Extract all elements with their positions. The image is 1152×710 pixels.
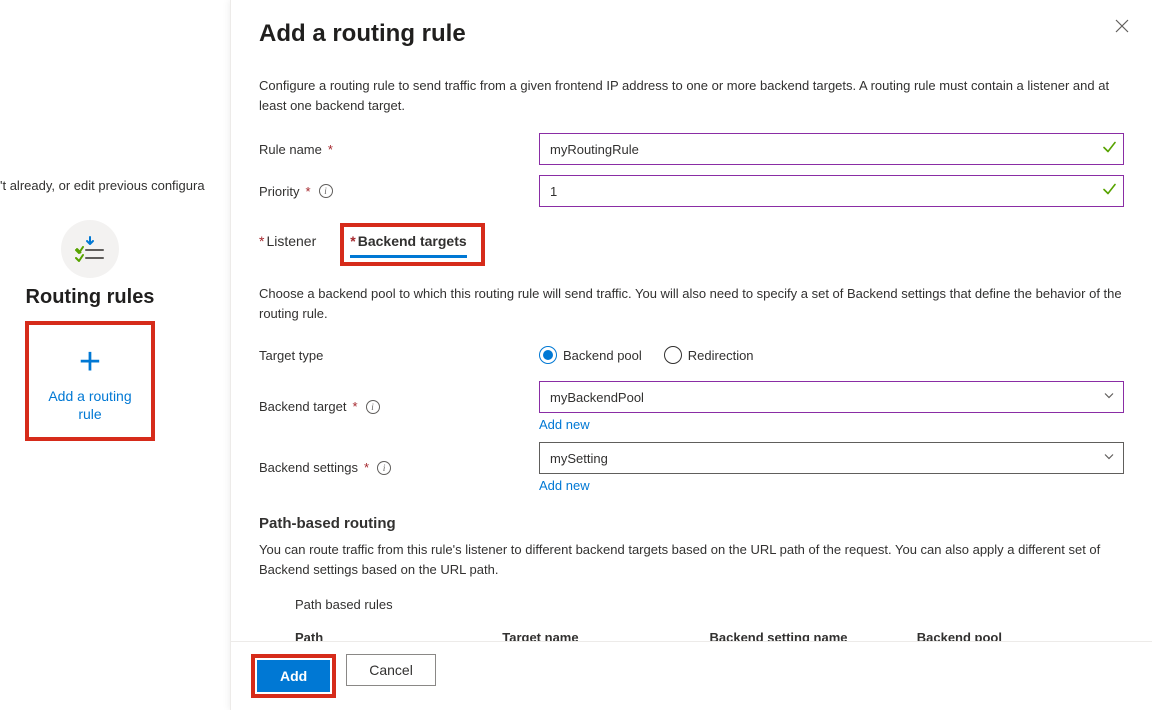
info-icon[interactable]: i — [377, 461, 391, 475]
required-asterisk: * — [364, 460, 369, 475]
required-asterisk: * — [352, 399, 357, 414]
panel-title: Add a routing rule — [259, 20, 1124, 48]
backend-target-select[interactable]: myBackendPool — [539, 381, 1124, 413]
required-asterisk: * — [328, 142, 333, 157]
tab-listener-label: Listener — [266, 233, 316, 249]
path-based-routing-help: You can route traffic from this rule's l… — [259, 540, 1124, 579]
path-based-routing-heading: Path-based routing — [259, 515, 1124, 532]
rule-name-label: Rule name — [259, 142, 322, 157]
plus-icon: + — [35, 343, 145, 381]
required-asterisk: * — [259, 233, 264, 249]
backend-settings-select[interactable]: mySetting — [539, 442, 1124, 474]
add-new-backend-settings-link[interactable]: Add new — [539, 478, 590, 493]
required-asterisk: * — [350, 233, 355, 249]
target-type-label: Target type — [259, 348, 323, 363]
tab-listener[interactable]: *Listener — [259, 233, 316, 255]
radio-redirection-label: Redirection — [688, 348, 754, 363]
radio-icon-checked — [539, 346, 557, 364]
rule-name-input[interactable] — [539, 133, 1124, 165]
chevron-down-icon — [1103, 390, 1115, 405]
routing-rules-heading: Routing rules — [20, 286, 160, 309]
left-hint-text: 't already, or edit previous configura — [0, 178, 205, 193]
radio-icon-unchecked — [664, 346, 682, 364]
backend-help-text: Choose a backend pool to which this rout… — [259, 284, 1124, 323]
validation-check-icon — [1102, 141, 1116, 158]
path-based-rules-title: Path based rules — [295, 597, 1124, 612]
info-icon[interactable]: i — [366, 400, 380, 414]
priority-input[interactable] — [539, 175, 1124, 207]
backend-target-label: Backend target — [259, 399, 346, 414]
backend-target-value: myBackendPool — [550, 390, 644, 405]
radio-redirection[interactable]: Redirection — [664, 346, 754, 364]
add-button[interactable]: Add — [257, 660, 330, 692]
radio-backend-pool[interactable]: Backend pool — [539, 346, 642, 364]
cancel-button[interactable]: Cancel — [346, 654, 436, 686]
routing-rules-icon — [61, 220, 119, 278]
tab-backend-targets[interactable]: *Backend targets — [350, 233, 466, 258]
backend-settings-label: Backend settings — [259, 460, 358, 475]
info-icon[interactable]: i — [319, 184, 333, 198]
add-routing-rule-label: Add a routing rule — [35, 387, 145, 423]
tab-backend-targets-label: Backend targets — [358, 233, 467, 249]
validation-check-icon — [1102, 183, 1116, 200]
priority-label: Priority — [259, 184, 299, 199]
add-routing-rule-panel: Add a routing rule Configure a routing r… — [230, 0, 1152, 710]
panel-description: Configure a routing rule to send traffic… — [259, 76, 1124, 115]
tab-backend-targets-highlight: *Backend targets — [340, 223, 484, 266]
required-asterisk: * — [305, 184, 310, 199]
add-button-highlight: Add — [251, 654, 336, 698]
add-new-backend-target-link[interactable]: Add new — [539, 417, 590, 432]
backend-settings-value: mySetting — [550, 451, 608, 466]
add-routing-rule-card[interactable]: + Add a routing rule — [25, 321, 155, 441]
radio-backend-pool-label: Backend pool — [563, 348, 642, 363]
chevron-down-icon — [1103, 451, 1115, 466]
close-icon[interactable] — [1114, 18, 1130, 37]
